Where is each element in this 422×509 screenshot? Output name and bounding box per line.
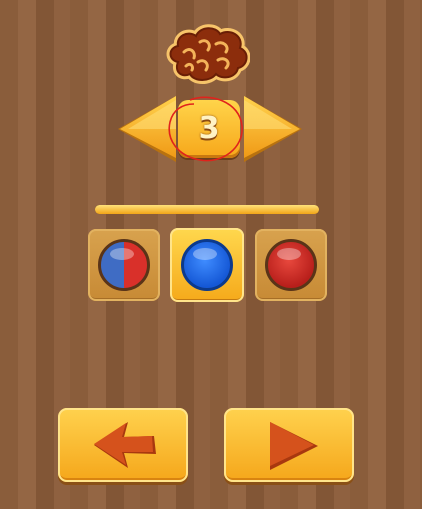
- level-progress-fill: [95, 205, 319, 214]
- level-progress-bar: [95, 205, 319, 214]
- arrow-left-icon[interactable]: [114, 92, 180, 166]
- half-blue-half-red-ball-icon: [98, 239, 150, 291]
- red-ball-icon: [265, 239, 317, 291]
- play-icon: [270, 422, 318, 470]
- play-button[interactable]: [224, 408, 354, 482]
- ball-option-blue[interactable]: [170, 228, 244, 302]
- arrow-right-icon[interactable]: [240, 92, 306, 166]
- ball-option-split[interactable]: [88, 229, 160, 301]
- level-number: 3: [198, 111, 220, 146]
- ball-option-red[interactable]: [255, 229, 327, 301]
- back-button[interactable]: [58, 408, 188, 482]
- blue-ball-icon: [181, 239, 233, 291]
- back-arrow-icon: [94, 422, 156, 468]
- brain-icon: [166, 24, 250, 84]
